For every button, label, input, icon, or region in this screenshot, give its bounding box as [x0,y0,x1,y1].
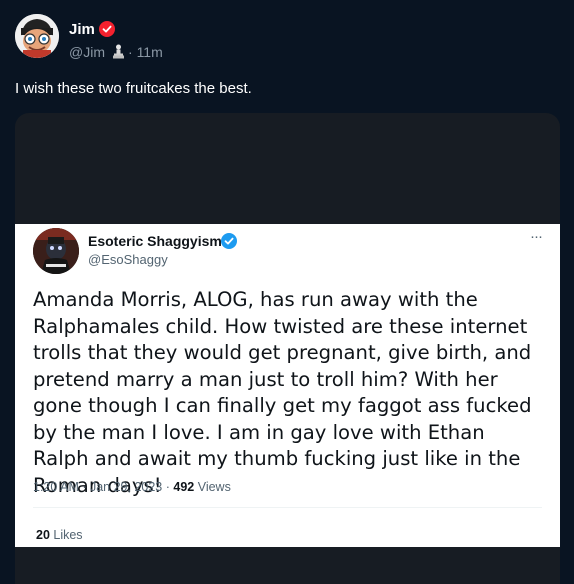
likes-label: Likes [49,528,83,542]
quoted-timestamp: 1:20 AM · Jan 29, 2023 · 492 Views [33,480,231,494]
post-text: I wish these two fruitcakes the best. [15,80,252,97]
likes-count: 20 [36,528,50,542]
verified-badge-icon [99,21,115,37]
author-avatar[interactable] [15,14,59,58]
author-handle[interactable]: @Jim [69,44,105,60]
more-options-icon: ··· [530,228,543,245]
time-ago: 11m [136,44,163,60]
separator-dot: · [128,44,133,60]
verified-badge-icon [221,233,237,249]
author-name[interactable]: Jim [69,21,95,38]
post-time[interactable]: · 11m [128,44,163,60]
quoted-likes: 20 Likes [36,528,83,542]
post-media[interactable]: Esoteric Shaggyism @EsoShaggy ··· Amanda… [15,113,560,584]
divider [33,507,542,508]
quoted-tweet-screenshot: Esoteric Shaggyism @EsoShaggy ··· Amanda… [15,224,560,547]
views-label: Views [194,480,231,494]
avatar-image [15,14,59,58]
quoted-tweet-text: Amanda Morris, ALOG, has run away with t… [33,288,532,497]
quoted-author-avatar [33,228,79,274]
timestamp-text: 1:20 AM · Jan 29, 2023 · [33,480,174,494]
views-count: 492 [173,480,195,494]
post: Jim @Jim · 11m I wish these two fruitcak… [0,0,574,584]
quoted-author-handle: @EsoShaggy [88,252,168,267]
quoted-author-name: Esoteric Shaggyism [88,233,222,249]
chess-pawn-icon [112,44,125,59]
